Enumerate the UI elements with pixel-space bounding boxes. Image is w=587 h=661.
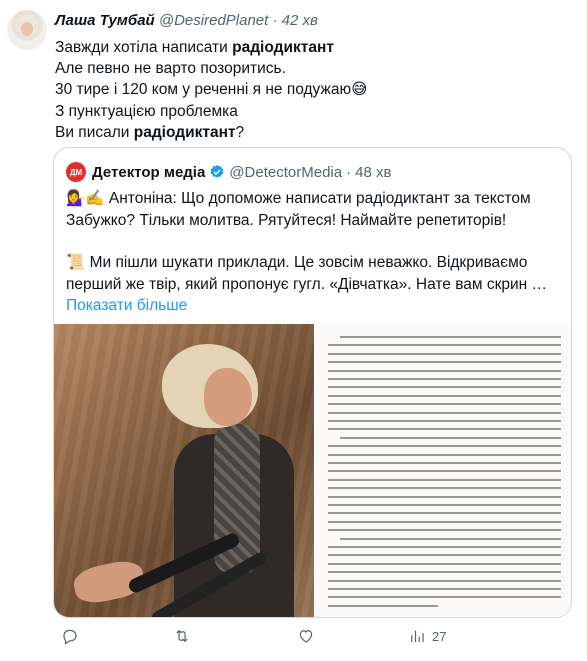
document-text-line xyxy=(328,445,561,448)
document-text-line xyxy=(328,369,561,372)
document-text-line xyxy=(328,403,561,406)
views-chart-icon xyxy=(411,630,424,642)
quoted-tweet-time[interactable]: 48 хв xyxy=(355,164,391,181)
document-text-line xyxy=(328,487,561,490)
document-text-line xyxy=(340,537,561,540)
tweet-line-5-text: Ви писали xyxy=(55,123,134,141)
views-button[interactable]: 27 xyxy=(408,627,446,645)
quoted-tweet-header: ДМ Детектор медіа @DetectorMedia · 48 хв xyxy=(66,162,391,182)
document-text-line xyxy=(328,495,561,498)
document-text-line xyxy=(328,571,561,574)
document-text-line xyxy=(328,462,561,464)
document-text-line xyxy=(328,378,561,380)
document-text-line xyxy=(328,394,561,397)
verified-badge-icon xyxy=(210,165,224,178)
tweet-line-2: Але певно не варто позоритись. xyxy=(55,60,286,78)
document-text-line xyxy=(328,604,438,607)
document-text-line xyxy=(328,453,561,456)
quoted-line-3: 📜 Ми пішли шукати приклади. Це зовсім не… xyxy=(66,254,528,271)
document-text-line xyxy=(328,596,561,599)
quoted-author-avatar[interactable]: ДМ xyxy=(66,162,86,182)
tweet-header: Лаша Тумбай @DesiredPlanet · 42 хв xyxy=(55,12,318,29)
author-avatar[interactable] xyxy=(7,10,47,50)
reply-icon xyxy=(63,629,77,645)
document-text-line xyxy=(328,344,561,347)
document-text-line xyxy=(328,428,561,431)
quoted-line-1: 💁‍♀️✍️ Антоніна: Що допоможе написати ра… xyxy=(66,190,531,207)
document-text-line xyxy=(328,579,561,582)
document-text-line xyxy=(328,352,561,355)
tweet-line-1: Завжди хотіла написати радіодиктант xyxy=(55,37,367,58)
retweet-icon xyxy=(176,629,188,643)
document-text-line xyxy=(328,512,561,515)
document-text-line xyxy=(328,411,561,414)
quoted-line-4: перший же твір, який пропонує гугл. «Дів… xyxy=(66,275,548,293)
tweet-line-5-bold: радіодиктант xyxy=(133,123,236,141)
tweet-line-1-text: Завжди хотіла написати xyxy=(55,39,233,56)
quoted-author-name[interactable]: Детектор медіа xyxy=(92,164,205,181)
tweet-text: Завжди хотіла написати радіодиктант Але … xyxy=(55,37,367,143)
document-text-line xyxy=(328,588,561,590)
tweet-line-3: 30 тире і 120 ком у реченні я не подужаю… xyxy=(55,81,368,99)
tweet-time[interactable]: 42 хв xyxy=(282,12,318,29)
document-text-line xyxy=(328,420,561,422)
document-text-line xyxy=(328,386,561,389)
tweet-line-5: Ви писали радіодиктант? xyxy=(55,122,367,143)
like-button[interactable] xyxy=(297,627,321,645)
document-text-line xyxy=(340,336,561,338)
woman-photo[interactable] xyxy=(54,324,314,617)
document-text-line xyxy=(328,504,561,506)
document-text-line xyxy=(328,529,561,532)
quoted-author-handle[interactable]: @DetectorMedia xyxy=(229,164,342,181)
document-text-line xyxy=(328,470,561,473)
reply-button[interactable] xyxy=(61,627,85,645)
quoted-tweet[interactable]: ДМ Детектор медіа @DetectorMedia · 48 хв… xyxy=(53,147,572,618)
text-screenshot-image[interactable] xyxy=(316,324,571,617)
quoted-separator-dot: · xyxy=(346,163,352,181)
author-handle[interactable]: @DesiredPlanet xyxy=(159,12,268,29)
document-text-line xyxy=(328,478,561,481)
quoted-media[interactable] xyxy=(54,324,571,617)
show-more-link[interactable]: Показати більше xyxy=(66,295,547,317)
tweet-line-1-bold: радіодиктант xyxy=(232,39,334,56)
author-name[interactable]: Лаша Тумбай xyxy=(55,12,155,29)
views-count: 27 xyxy=(432,628,447,644)
document-text-line xyxy=(328,546,561,548)
document-text-line xyxy=(328,361,561,364)
separator-dot: · xyxy=(272,12,278,29)
tweet-actions: 27 xyxy=(53,627,573,651)
tweet-line-4: З пунктуацією проблемка xyxy=(55,102,238,120)
quoted-tweet-text: 💁‍♀️✍️ Антоніна: Що допоможе написати ра… xyxy=(66,188,547,317)
document-text-line xyxy=(328,562,561,565)
retweet-button[interactable] xyxy=(173,627,197,645)
tweet-line-5-end: ? xyxy=(235,123,245,141)
document-text-line xyxy=(328,554,561,557)
quoted-line-2: Забужко? Тільки молитва. Рятуйтеся! Найм… xyxy=(66,211,507,229)
heart-icon xyxy=(299,630,313,643)
document-text-line xyxy=(340,436,561,439)
document-text-line xyxy=(328,520,561,523)
tweet: Лаша Тумбай @DesiredPlanet · 42 хв Завжд… xyxy=(0,0,587,661)
